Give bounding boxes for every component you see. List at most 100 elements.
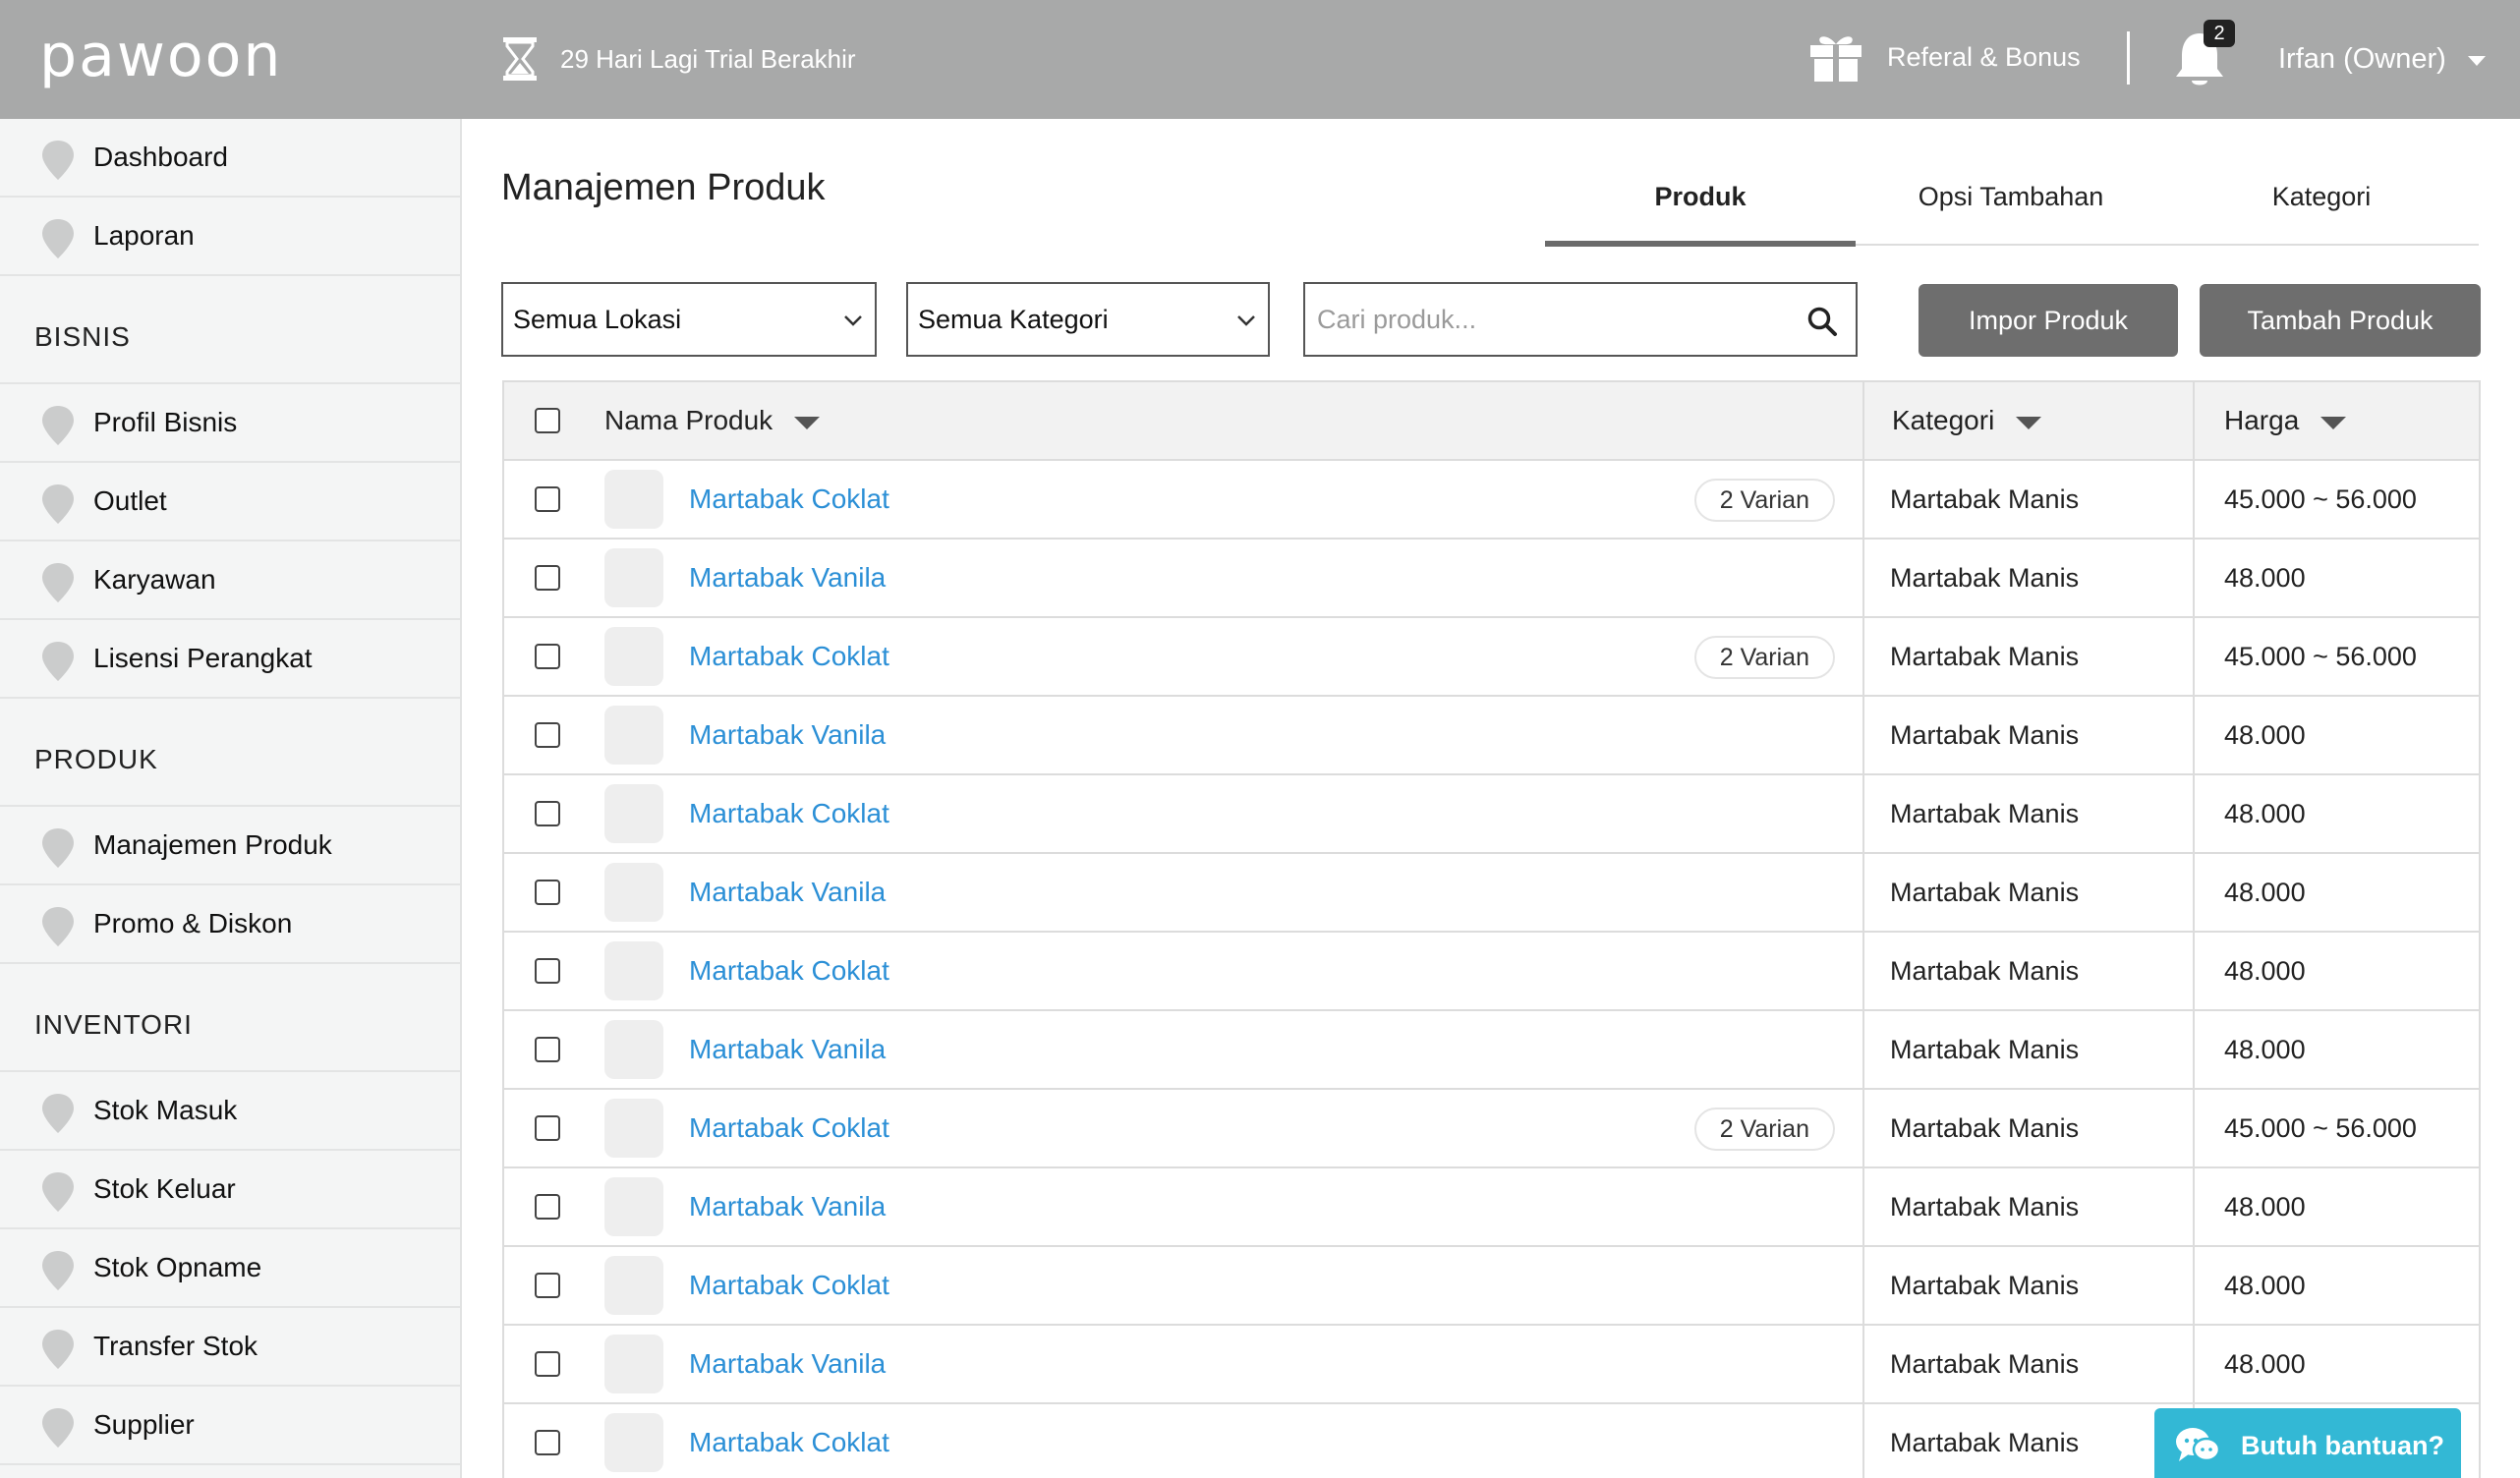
pawoon-logo[interactable]: pawoon — [39, 22, 282, 90]
tab-opsi-tambahan[interactable]: Opsi Tambahan — [1856, 157, 2166, 244]
product-category-cell: Martabak Manis — [1864, 1011, 2195, 1088]
sidebar-item-laporan[interactable]: Laporan — [0, 198, 460, 276]
location-select[interactable]: Semua Lokasi — [501, 282, 877, 357]
product-name-cell: Martabak Coklat — [591, 1404, 1864, 1478]
top-bar: pawoon 29 Hari Lagi Trial Berakhir Refer… — [0, 0, 2520, 119]
table-row: Martabak Coklat 2 Varian Martabak Manis 45.… — [504, 461, 2479, 540]
pin-icon — [42, 1172, 74, 1212]
row-check-cell — [504, 775, 591, 852]
pin-icon — [42, 1094, 74, 1133]
row-checkbox[interactable] — [535, 722, 560, 748]
row-checkbox[interactable] — [535, 1115, 560, 1141]
product-name-link[interactable]: Martabak Coklat — [689, 641, 889, 672]
row-checkbox[interactable] — [535, 880, 560, 905]
user-label: Irfan (Owner) — [2278, 42, 2446, 75]
pin-icon — [42, 1251, 74, 1290]
row-checkbox[interactable] — [535, 1194, 560, 1220]
variant-badge[interactable]: 2 Varian — [1693, 1108, 1835, 1151]
product-name-link[interactable]: Martabak Vanila — [689, 562, 886, 594]
sort-down-icon[interactable] — [794, 416, 821, 429]
location-select-value: Semua Lokasi — [513, 304, 682, 334]
referral-bonus-link[interactable]: Referal & Bonus — [1808, 28, 2081, 86]
sidebar: Dashboard Laporan BISNIS Profil Bisnis O… — [0, 119, 462, 1478]
row-checkbox[interactable] — [535, 1351, 560, 1377]
sidebar-item-label: Promo & Diskon — [93, 908, 293, 938]
product-price-cell: 48.000 — [2224, 562, 2306, 593]
sidebar-item-promo-diskon[interactable]: Promo & Diskon — [0, 885, 460, 964]
product-price-cell: 48.000 — [2224, 798, 2306, 828]
product-category-cell: Martabak Manis — [1864, 1168, 2195, 1245]
row-check-cell — [504, 1326, 591, 1402]
table-row: Martabak Coklat 2 Varian Martabak Manis 45.… — [504, 618, 2479, 697]
sort-down-icon[interactable] — [2320, 416, 2347, 429]
row-checkbox[interactable] — [535, 1037, 560, 1062]
table-row: Martabak Vanila Martabak Manis 48.000 — [504, 697, 2479, 775]
variant-badge[interactable]: 2 Varian — [1693, 479, 1835, 522]
product-thumbnail — [604, 1020, 663, 1079]
product-name-link[interactable]: Martabak Vanila — [689, 877, 886, 908]
chevron-down-icon — [844, 315, 862, 326]
product-name-link[interactable]: Martabak Vanila — [689, 719, 886, 751]
row-checkbox[interactable] — [535, 1273, 560, 1298]
product-name-link[interactable]: Martabak Coklat — [689, 1270, 889, 1301]
tab-kategori[interactable]: Kategori — [2166, 157, 2477, 244]
row-check-cell — [504, 540, 591, 616]
product-name-link[interactable]: Martabak Coklat — [689, 1427, 889, 1458]
product-name-cell: Martabak Vanila — [591, 697, 1864, 773]
trial-text: 29 Hari Lagi Trial Berakhir — [560, 43, 856, 74]
product-name-link[interactable]: Martabak Vanila — [689, 1191, 886, 1222]
sidebar-item-stok-keluar[interactable]: Stok Keluar — [0, 1151, 460, 1229]
product-name-link[interactable]: Martabak Vanila — [689, 1034, 886, 1065]
sidebar-item-stok-opname[interactable]: Stok Opname — [0, 1229, 460, 1308]
chevron-down-icon — [1237, 315, 1255, 326]
user-menu[interactable]: Irfan (Owner) — [2278, 29, 2486, 88]
product-name-link[interactable]: Martabak Coklat — [689, 798, 889, 829]
product-name-link[interactable]: Martabak Coklat — [689, 955, 889, 987]
search-input[interactable] — [1317, 304, 1789, 335]
row-check-cell — [504, 1247, 591, 1324]
product-name-cell: Martabak Coklat — [591, 775, 1864, 852]
table-row: Martabak Coklat Martabak Manis 48.000 — [504, 775, 2479, 854]
category-select[interactable]: Semua Kategori — [906, 282, 1270, 357]
product-name-link[interactable]: Martabak Vanila — [689, 1348, 886, 1380]
sort-down-icon[interactable] — [2016, 416, 2042, 429]
sidebar-item-supplier[interactable]: Supplier — [0, 1387, 460, 1465]
product-name-link[interactable]: Martabak Coklat — [689, 1112, 889, 1144]
header-divider — [2127, 31, 2130, 85]
column-header-name[interactable]: Nama Produk — [591, 382, 1864, 459]
product-price-cell: 48.000 — [2224, 1270, 2306, 1300]
sidebar-item-transfer-stok[interactable]: Transfer Stok — [0, 1308, 460, 1387]
chevron-down-icon — [2467, 56, 2486, 66]
sidebar-item-manajemen-produk[interactable]: Manajemen Produk — [0, 807, 460, 885]
row-checkbox[interactable] — [535, 1430, 560, 1455]
tab-produk[interactable]: Produk — [1545, 157, 1856, 247]
row-checkbox[interactable] — [535, 644, 560, 669]
sidebar-item-dashboard[interactable]: Dashboard — [0, 119, 460, 198]
product-name-cell: Martabak Vanila — [591, 540, 1864, 616]
row-checkbox[interactable] — [535, 801, 560, 826]
sidebar-item-karyawan[interactable]: Karyawan — [0, 541, 460, 620]
sidebar-item-stok-masuk[interactable]: Stok Masuk — [0, 1072, 460, 1151]
notification-badge: 2 — [2204, 20, 2235, 47]
select-all-checkbox[interactable] — [535, 408, 560, 433]
search-icon[interactable] — [1806, 306, 1838, 337]
product-category-cell: Martabak Manis — [1864, 618, 2195, 695]
product-name-link[interactable]: Martabak Coklat — [689, 483, 889, 515]
row-check-cell — [504, 618, 591, 695]
row-checkbox[interactable] — [535, 565, 560, 591]
sidebar-item-profil-bisnis[interactable]: Profil Bisnis — [0, 384, 460, 463]
help-chat-button[interactable]: Butuh bantuan? — [2154, 1408, 2461, 1478]
sidebar-item-lisensi-perangkat[interactable]: Lisensi Perangkat — [0, 620, 460, 699]
column-header-category[interactable]: Kategori — [1864, 382, 2195, 459]
import-product-button[interactable]: Impor Produk — [1919, 284, 2178, 357]
product-name-cell: Martabak Coklat — [591, 933, 1864, 1009]
pin-icon — [42, 563, 74, 602]
sidebar-item-outlet[interactable]: Outlet — [0, 463, 460, 541]
column-header-price[interactable]: Harga — [2195, 382, 2479, 459]
add-product-button[interactable]: Tambah Produk — [2200, 284, 2481, 357]
row-checkbox[interactable] — [535, 958, 560, 984]
product-price-cell: 48.000 — [2224, 719, 2306, 750]
variant-badge[interactable]: 2 Varian — [1693, 636, 1835, 679]
notification-button[interactable]: 2 — [2172, 20, 2235, 88]
row-checkbox[interactable] — [535, 486, 560, 512]
